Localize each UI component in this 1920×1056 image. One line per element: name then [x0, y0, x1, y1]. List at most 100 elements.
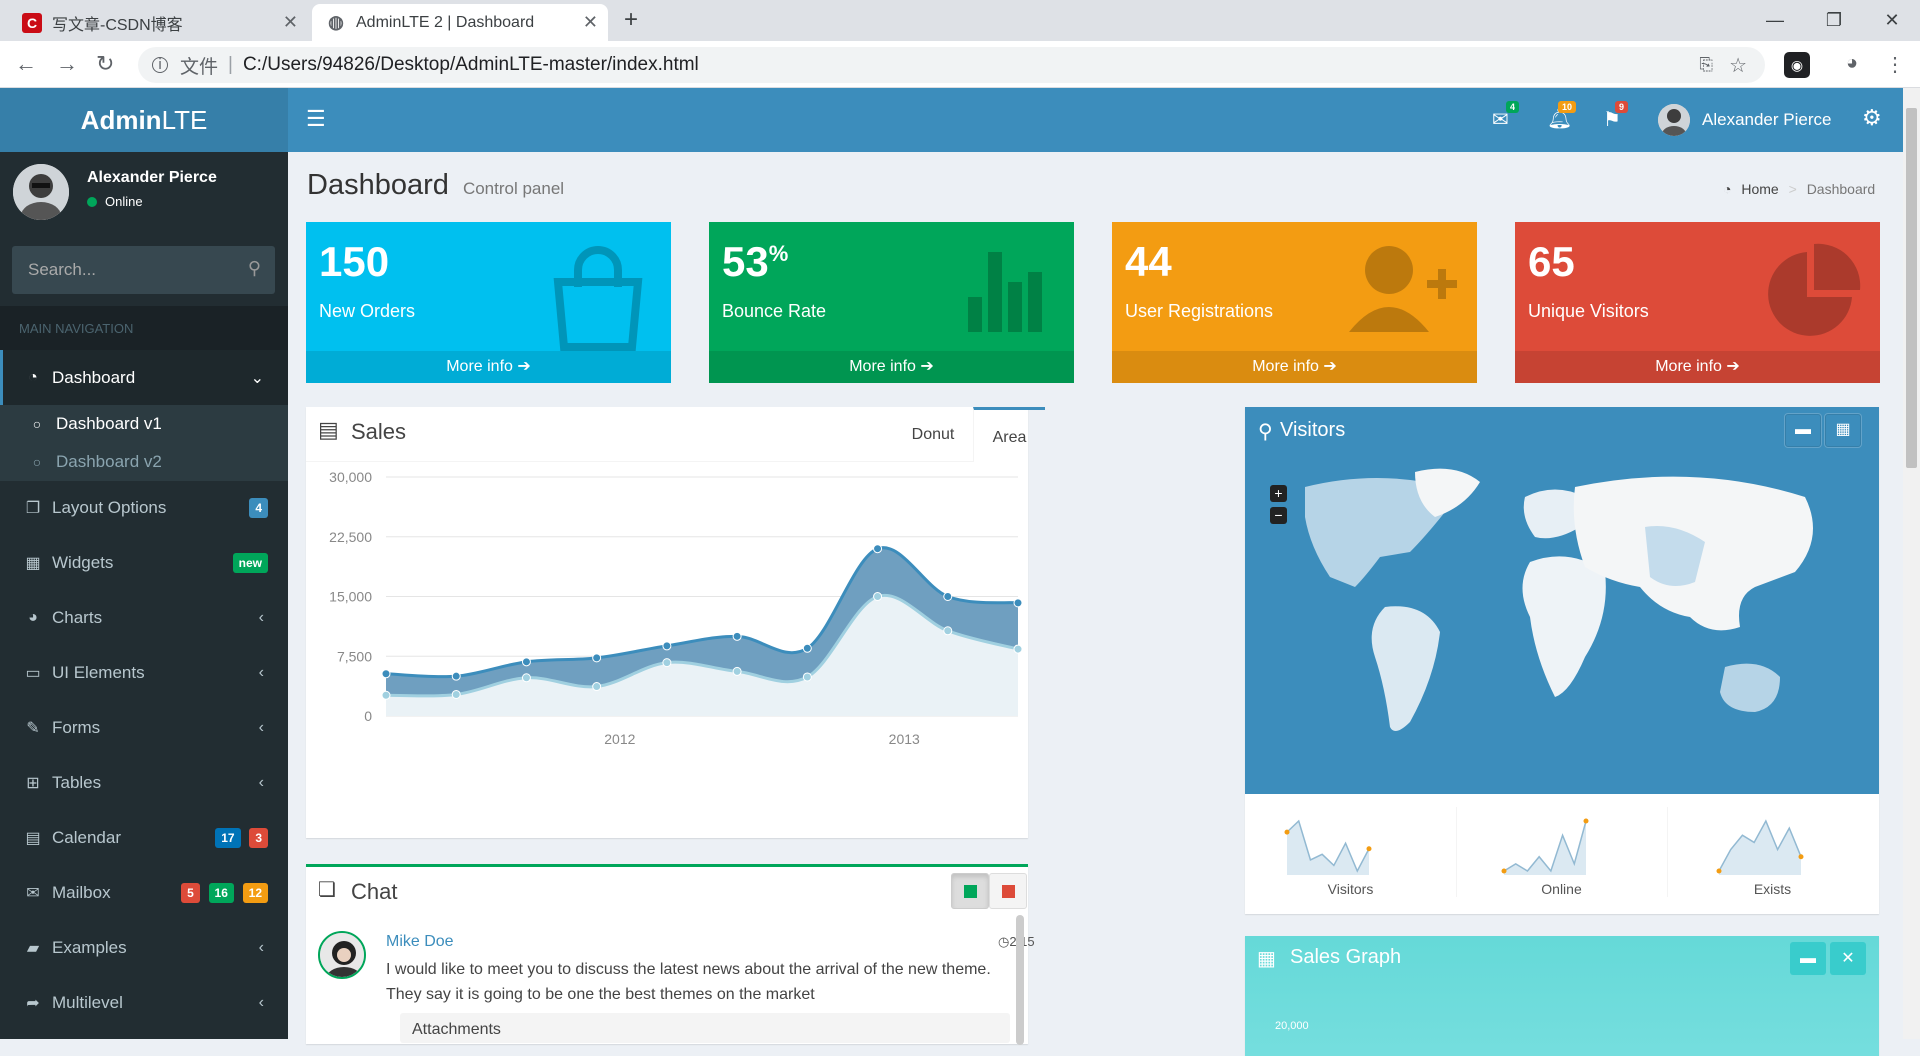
- sidebar-item-forms[interactable]: ✎ Forms ‹: [0, 700, 288, 755]
- new-tab-button[interactable]: +: [624, 6, 638, 34]
- collapse-button[interactable]: ▬: [1790, 942, 1826, 975]
- sidebar: AdminLTE Alexander Pierce Online Search.…: [0, 88, 288, 1039]
- sidebar-item-charts[interactable]: ◕ Charts ‹: [0, 590, 288, 645]
- table-icon: ⊞: [26, 774, 40, 792]
- address-bar[interactable]: i 文件 | C:/Users/94826/Desktop/AdminLTE-m…: [138, 47, 1765, 83]
- breadcrumb: ◔ Home > Dashboard: [1723, 181, 1876, 197]
- more-info-link[interactable]: More info ➔: [1112, 351, 1477, 383]
- data-point[interactable]: [592, 653, 602, 663]
- tab-area[interactable]: Area: [973, 407, 1045, 462]
- collapse-button[interactable]: ▬: [1785, 414, 1821, 447]
- sidebar-item-multilevel[interactable]: ➦ Multilevel ‹: [0, 975, 288, 1030]
- sparkline-point: [1798, 854, 1804, 860]
- sidebar-item-dashboard[interactable]: ◔ Dashboard ⌄: [0, 350, 288, 405]
- data-point[interactable]: [521, 673, 531, 683]
- header-avatar[interactable]: [1658, 104, 1690, 136]
- more-info-link[interactable]: More info ➔: [709, 351, 1074, 383]
- sparkline-area: [1504, 821, 1586, 875]
- data-point[interactable]: [381, 690, 391, 700]
- data-point[interactable]: [662, 641, 672, 651]
- sparkline-point: [1366, 846, 1372, 852]
- data-point[interactable]: [873, 592, 883, 601]
- breadcrumb-home[interactable]: Home: [1741, 181, 1778, 197]
- search-icon[interactable]: ⚲: [248, 258, 261, 279]
- close-window-button[interactable]: ✕: [1862, 4, 1920, 36]
- star-icon[interactable]: ☆: [1729, 53, 1747, 78]
- data-point[interactable]: [732, 666, 742, 676]
- dashboard-icon: ◔: [1723, 181, 1732, 197]
- data-point[interactable]: [873, 544, 883, 554]
- sidebar-item-dashboard-v1[interactable]: ○ Dashboard v1: [0, 405, 288, 443]
- data-point[interactable]: [521, 657, 531, 667]
- stat-box-visitors: 65 Unique Visitors More info ➔: [1515, 222, 1880, 383]
- widgets-badge: new: [232, 553, 268, 573]
- forward-icon[interactable]: →: [56, 51, 78, 77]
- y-tick-label: 30,000: [329, 469, 372, 485]
- sidebar-item-layout[interactable]: ❐ Layout Options 4: [0, 480, 288, 535]
- data-point[interactable]: [943, 626, 953, 636]
- more-info-link[interactable]: More info ➔: [1515, 351, 1880, 383]
- browser-tab-adminlte[interactable]: ◍ AdminLTE 2 | Dashboard ✕: [312, 4, 608, 41]
- data-point[interactable]: [662, 658, 672, 668]
- sidebar-item-widgets[interactable]: ▦ Widgets new: [0, 535, 288, 590]
- sidebar-item-mailbox[interactable]: ✉ Mailbox 5 16 12: [0, 865, 288, 920]
- data-point[interactable]: [802, 643, 812, 653]
- menu-dots-icon[interactable]: ⋮: [1882, 52, 1908, 78]
- sidebar-search-input[interactable]: Search... ⚲: [12, 246, 275, 294]
- sales-area-chart: 0 7,500 15,000 22,500 30,000 2012 2013: [329, 469, 1023, 747]
- more-info-link[interactable]: More info ➔: [306, 351, 671, 383]
- page-scrollbar[interactable]: [1903, 88, 1920, 1039]
- sidebar-item-calendar[interactable]: ▤ Calendar 17 3: [0, 810, 288, 865]
- back-icon[interactable]: ←: [15, 51, 37, 77]
- chat-avatar: [318, 931, 366, 979]
- logo[interactable]: AdminLTE: [0, 88, 288, 152]
- reload-icon[interactable]: ↻: [96, 51, 114, 77]
- data-point[interactable]: [451, 689, 461, 699]
- extension-icon[interactable]: ◉: [1784, 52, 1810, 78]
- minimize-button[interactable]: —: [1745, 4, 1805, 36]
- browser-tab-csdn[interactable]: C 写文章-CSDN博客 ✕: [8, 4, 308, 41]
- data-point[interactable]: [592, 682, 602, 692]
- remove-button[interactable]: ✕: [1830, 942, 1866, 975]
- chat-scrollbar[interactable]: [1016, 915, 1024, 1045]
- data-point[interactable]: [802, 672, 812, 682]
- data-point[interactable]: [1013, 644, 1023, 654]
- data-point[interactable]: [732, 631, 742, 641]
- close-tab-icon[interactable]: ✕: [283, 12, 298, 33]
- user-plus-icon: [1349, 246, 1457, 332]
- chevron-left-icon: ‹: [258, 608, 264, 626]
- profile-icon[interactable]: ◕: [1839, 52, 1865, 78]
- restore-button[interactable]: ❐: [1804, 4, 1864, 36]
- gears-icon[interactable]: ⚙: [1862, 105, 1882, 131]
- tab-donut[interactable]: Donut: [884, 407, 982, 462]
- data-point[interactable]: [381, 669, 391, 679]
- scrollbar-thumb[interactable]: [1906, 108, 1917, 468]
- sidebar-toggle-icon[interactable]: ☰: [306, 106, 326, 132]
- chevron-left-icon: ‹: [258, 663, 264, 681]
- info-icon[interactable]: i: [152, 57, 168, 73]
- calendar-button[interactable]: ▦: [1825, 414, 1861, 447]
- sidebar-item-dashboard-v2[interactable]: ○ Dashboard v2: [0, 443, 288, 481]
- data-point[interactable]: [943, 592, 953, 601]
- sidebar-item-ui-elements[interactable]: ▭ UI Elements ‹: [0, 645, 288, 700]
- close-tab-icon[interactable]: ✕: [583, 12, 598, 33]
- page-title: Dashboard Control panel: [307, 169, 565, 201]
- data-point[interactable]: [451, 671, 461, 681]
- chat-sender[interactable]: Mike Doe: [386, 933, 454, 951]
- url-text[interactable]: C:/Users/94826/Desktop/AdminLTE-master/i…: [243, 54, 699, 76]
- status-red-button[interactable]: [989, 873, 1027, 909]
- flag-count-badge: 9: [1615, 101, 1629, 113]
- chat-title: Chat: [351, 879, 398, 904]
- sales-title: Sales: [351, 419, 407, 444]
- data-point[interactable]: [1013, 598, 1023, 608]
- folder-icon: ▰: [26, 939, 40, 957]
- status-green-button[interactable]: [951, 873, 989, 909]
- sidebar-item-examples[interactable]: ▰ Examples ‹: [0, 920, 288, 975]
- th-icon: ▦: [25, 554, 41, 572]
- chevron-left-icon: ‹: [258, 938, 264, 956]
- calendar-badge: 3: [249, 828, 268, 848]
- sidebar-item-tables[interactable]: ⊞ Tables ‹: [0, 755, 288, 810]
- header-user-name[interactable]: Alexander Pierce: [1702, 110, 1831, 130]
- chevron-left-icon: ‹: [258, 718, 264, 736]
- translate-icon[interactable]: ⎘: [1699, 55, 1713, 75]
